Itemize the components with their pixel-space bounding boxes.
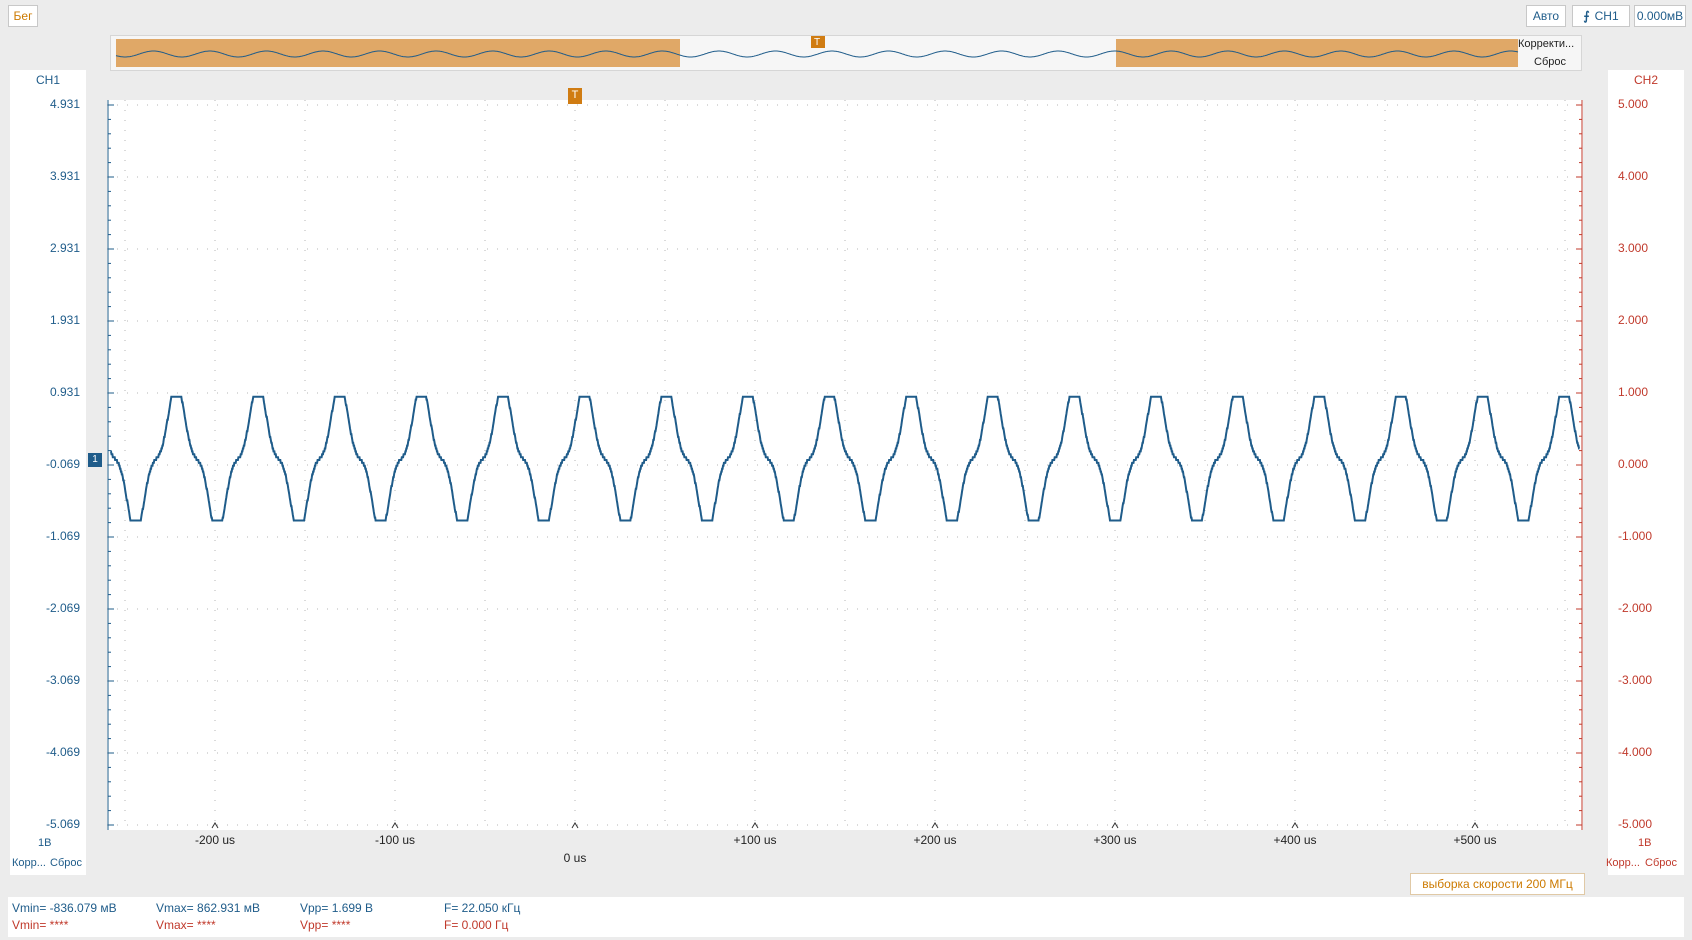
run-status-button[interactable]: Бег [8, 5, 38, 27]
overview-reset-label[interactable]: Сброс [1534, 56, 1566, 68]
ch1-tick-label: 2.931 [49, 241, 80, 255]
ch1-freq: F= 22.050 кГц [444, 901, 521, 915]
trigger-source-label: CH1 [1594, 9, 1619, 23]
time-tick-label: -200 us [194, 833, 236, 847]
ch1-tick-label: -3.069 [45, 673, 80, 687]
ch1-tick-label: -0.069 [45, 457, 80, 471]
ch2-tick-label: -5.000 [1618, 817, 1653, 831]
waveform-overview[interactable]: T [110, 34, 1582, 71]
ch2-tick-label: 2.000 [1618, 313, 1649, 327]
ch2-freq: F= 0.000 Гц [444, 918, 509, 932]
ch2-corr-button[interactable]: Корр... [1606, 857, 1640, 869]
ch2-tick-label: -2.000 [1618, 601, 1653, 615]
ch2-tick-label: 4.000 [1618, 169, 1649, 183]
trigger-mode-button[interactable]: Авто [1526, 5, 1566, 27]
overview-svg: T [115, 34, 1519, 67]
trigger-mode-label: Авто [1532, 9, 1560, 23]
ch1-tick-label: 3.931 [49, 169, 80, 183]
ch2-reset-button[interactable]: Сброс [1645, 857, 1677, 869]
ch2-vpp: Vpp= **** [300, 918, 351, 932]
ch1-tick-label: -1.069 [45, 529, 80, 543]
ch1-tick-label: -4.069 [45, 745, 80, 759]
overview-right-window [1116, 39, 1518, 67]
time-tick-label: +500 us [1453, 833, 1497, 847]
ch1-vmax: Vmax= 862.931 мВ [156, 901, 260, 915]
ch1-scale[interactable]: 1В [38, 837, 51, 849]
time-tick-label: +400 us [1273, 833, 1317, 847]
ch1-tick-label: -2.069 [45, 601, 80, 615]
ch2-tick-label: 5.000 [1618, 97, 1649, 111]
ch1-reset-button[interactable]: Сброс [50, 857, 82, 869]
ch2-vmax: Vmax= **** [156, 918, 216, 932]
ch2-vmin: Vmin= **** [12, 918, 69, 932]
trigger-source-button[interactable]: ⨍ CH1 [1572, 5, 1630, 27]
ch1-tick-label: -5.069 [45, 817, 80, 831]
ch1-title[interactable]: CH1 [10, 73, 86, 87]
ch1-corr-button[interactable]: Корр... [12, 857, 46, 869]
origin-time-label: 0 us [563, 851, 587, 865]
trigger-level-label: 0.000мВ [1636, 9, 1684, 23]
ch1-vpp: Vpp= 1.699 В [300, 901, 374, 915]
rising-edge-icon: ⨍ [1583, 9, 1590, 23]
ch1-tick-label: 4.931 [49, 97, 80, 111]
time-tick-label: +100 us [733, 833, 777, 847]
sample-rate-label: выборка скорости 200 МГц [1410, 873, 1585, 895]
time-tick-label: +300 us [1093, 833, 1137, 847]
trigger-position-marker[interactable]: T [568, 88, 582, 104]
ch2-title[interactable]: CH2 [1608, 73, 1684, 87]
ch1-waveform [110, 395, 1580, 522]
ch1-offset-marker[interactable]: 1 [88, 453, 102, 468]
ch1-tick-label: 0.931 [49, 385, 80, 399]
ch2-tick-label: 0.000 [1618, 457, 1649, 471]
ch2-tick-label: 3.000 [1618, 241, 1649, 255]
ch2-scale[interactable]: 1В [1638, 837, 1651, 849]
overview-trigger-glyph: T [814, 37, 820, 48]
trigger-level-button[interactable]: 0.000мВ [1634, 5, 1686, 27]
time-tick-label: -100 us [374, 833, 416, 847]
ch2-tick-label: -3.000 [1618, 673, 1653, 687]
ch2-tick-label: -1.000 [1618, 529, 1653, 543]
ch2-tick-label: 1.000 [1618, 385, 1649, 399]
ch1-tick-label: 1.931 [49, 313, 80, 327]
run-label: Бег [13, 9, 33, 23]
time-tick-label: +200 us [913, 833, 957, 847]
ch2-tick-label: -4.000 [1618, 745, 1653, 759]
scope-plot-area[interactable] [107, 100, 1583, 830]
ch1-vmin: Vmin= -836.079 мВ [12, 901, 117, 915]
plot-svg [107, 100, 1583, 830]
overview-correction-label[interactable]: Корректи... [1518, 38, 1574, 50]
measurements-panel: Vmin= -836.079 мВ Vmax= 862.931 мВ Vpp= … [8, 897, 1684, 937]
